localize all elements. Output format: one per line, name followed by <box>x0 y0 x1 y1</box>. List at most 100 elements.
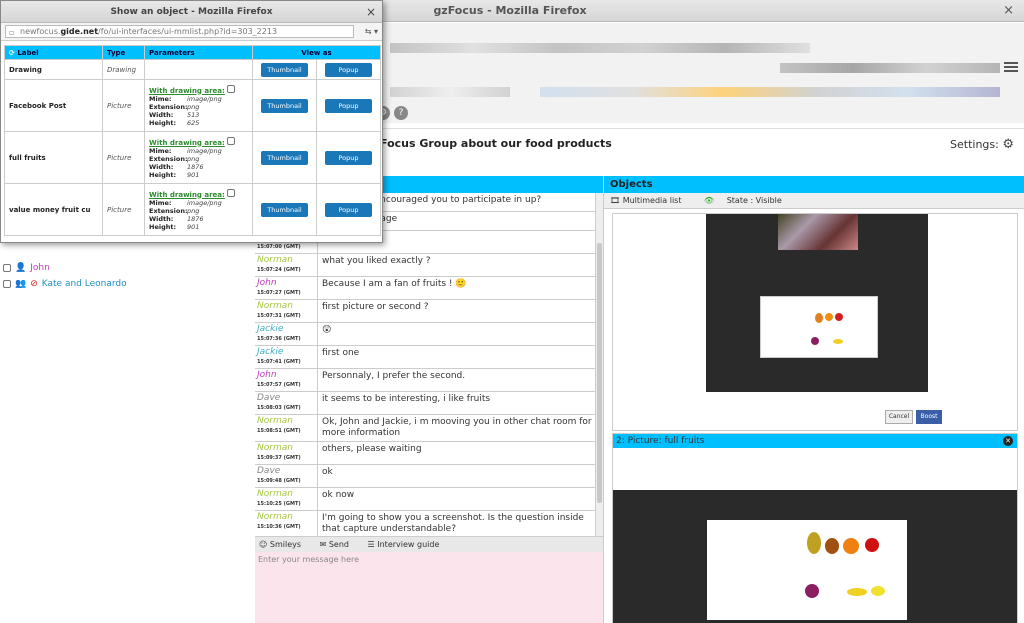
objects-panel: Objects 🎞 Multimedia list 👁 State : Visi… <box>603 176 1024 623</box>
user-name: Kate and Leonardo <box>41 279 127 289</box>
message-text: first picture or second ? <box>322 302 429 312</box>
thumbnail-button[interactable]: Thumbnail <box>261 62 308 77</box>
help-icon[interactable]: ? <box>394 106 408 120</box>
fruit-shelf-frame <box>760 296 878 358</box>
message-input[interactable]: Enter your message here <box>255 552 603 623</box>
param-value: 1876 <box>187 214 204 223</box>
thumbnail-button[interactable]: Thumbnail <box>261 202 308 217</box>
chat-message-row: Norman 15:08:51 (GMT) Ok, John and Jackie,… <box>255 415 603 442</box>
message-text: I'm going to show you a screenshot. Is t… <box>322 513 584 534</box>
message-time: 15:09:37 (GMT) <box>257 455 301 461</box>
user-checkbox[interactable] <box>3 280 11 288</box>
label-header[interactable]: ⟳ Label <box>4 45 103 60</box>
message-text: Personnaly, I prefer the second. <box>322 371 466 381</box>
interview-guide-button[interactable]: ☰ Interview guide <box>368 540 448 549</box>
close-icon[interactable]: × <box>1003 0 1014 22</box>
param-value: 513 <box>187 110 200 119</box>
send-button[interactable]: ✉ Send <box>320 540 357 549</box>
author-name: Norman <box>257 255 293 265</box>
message-text: 😲 <box>322 325 332 335</box>
message-time: 15:08:03 (GMT) <box>257 405 301 411</box>
type-header: Type <box>102 45 145 60</box>
thumbnail-button[interactable]: Thumbnail <box>261 98 308 113</box>
object-card-full-fruits: 2: Picture: full fruits ✕ <box>612 433 1018 623</box>
popup-button[interactable]: Popup <box>325 150 372 165</box>
refresh-icon[interactable]: ⟳ <box>9 49 15 57</box>
object-row: Facebook Post Picture With drawing area: M… <box>4 79 381 132</box>
object-label: value money fruit cu <box>4 183 103 236</box>
drawing-area-checkbox[interactable] <box>227 84 236 93</box>
chat-author: Norman 15:08:51 (GMT) <box>255 415 318 441</box>
popup-button[interactable]: Popup <box>325 62 372 77</box>
param-value: image/png <box>187 94 222 103</box>
drawing-area-checkbox[interactable] <box>227 188 236 197</box>
chat-toolbar: ☺ Smileys ✉ Send ☰ Interview guide <box>255 536 603 552</box>
chat-message-row: John 15:07:27 (GMT) Because I am a fan of … <box>255 277 603 300</box>
user-checkbox[interactable] <box>3 264 11 272</box>
thumbnail-button[interactable]: Thumbnail <box>261 150 308 165</box>
object-params: With drawing area: Mime: image/png Extensi… <box>144 79 253 132</box>
gears-icon[interactable]: ⚙ <box>1002 137 1014 152</box>
users-panel: 👤 John 👥 ⊘ Kate and Leonardo <box>0 176 255 623</box>
chat-message-row: Norman 15:10:36 (GMT) I'm going to show yo… <box>255 511 603 538</box>
cancel-button[interactable]: Cancel <box>885 410 913 424</box>
message-text: ok now <box>322 490 355 500</box>
objects-table: ⟳ Label Type Parameters View as Drawing D… <box>4 45 381 236</box>
stop-icon[interactable]: ⊘ <box>30 276 38 292</box>
url-domain: gide.net <box>60 27 99 36</box>
popup-button[interactable]: Popup <box>325 202 372 217</box>
chat-panel: ebook post encouraged you to participate… <box>255 176 603 623</box>
state-toggle[interactable]: 👁 State : Visible <box>704 196 792 205</box>
object-row: value money fruit cu Picture With drawing … <box>4 183 381 236</box>
send-label: Send <box>328 540 349 549</box>
smileys-button[interactable]: ☺ Smileys <box>259 540 309 549</box>
author-name: Dave <box>257 393 281 403</box>
popup-close-icon[interactable]: × <box>366 1 376 23</box>
objects-scroll[interactable]: Cancel Boost 2: Picture: full fruits ✕ <box>604 209 1024 623</box>
close-card-icon[interactable]: ✕ <box>1003 436 1013 446</box>
show-object-popup: Show an object - Mozilla Firefox × ▫ newf… <box>0 0 383 243</box>
chat-scrollbar[interactable] <box>595 193 603 543</box>
url-bar-icons[interactable]: ⇆ ▾ <box>354 27 378 36</box>
url-prefix: newfocus. <box>20 27 61 36</box>
facebook-post-image <box>706 214 928 392</box>
object-type: Picture <box>102 131 145 184</box>
message-time: 15:07:27 (GMT) <box>257 290 301 296</box>
multimedia-list-button[interactable]: 🎞 Multimedia list <box>610 196 691 205</box>
drawing-area-checkbox[interactable] <box>227 136 236 145</box>
fruit-photo <box>778 214 858 250</box>
menu-icon[interactable] <box>1004 62 1018 72</box>
objects-subbar: 🎞 Multimedia list 👁 State : Visible <box>604 193 1024 209</box>
author-name: Jackie <box>257 347 284 357</box>
message-time: 15:08:51 (GMT) <box>257 428 301 434</box>
param-key: Width: <box>149 110 174 119</box>
view-as-header: View as <box>252 45 381 60</box>
user-row-john[interactable]: 👤 John <box>3 260 50 276</box>
object-label: Drawing <box>4 59 103 80</box>
boost-button[interactable]: Boost <box>916 410 942 424</box>
object-card-facebook-post: Cancel Boost <box>612 213 1018 431</box>
object-params <box>144 59 253 80</box>
object-type: Picture <box>102 79 145 132</box>
settings-control[interactable]: Settings: ⚙ <box>950 137 1014 152</box>
with-drawing-area-label: With drawing area: <box>149 190 225 199</box>
user-row-kate-leonardo[interactable]: 👥 ⊘ Kate and Leonardo <box>3 276 127 292</box>
chat-author: Jackie 15:07:41 (GMT) <box>255 346 318 368</box>
object-row: Drawing Drawing Thumbnail Popup <box>4 59 381 80</box>
param-value: png <box>187 154 200 163</box>
chat-message-row: Jackie 15:07:36 (GMT) 😲 <box>255 323 603 346</box>
param-key: Height: <box>149 222 177 231</box>
chat-author: John 15:07:27 (GMT) <box>255 277 318 299</box>
popup-button[interactable]: Popup <box>325 98 372 113</box>
param-value: 901 <box>187 170 200 179</box>
author-name: John <box>257 278 277 288</box>
param-key: Mime: <box>149 146 172 155</box>
param-value: image/png <box>187 198 222 207</box>
chat-author: Norman 15:09:37 (GMT) <box>255 442 318 464</box>
chat-messages[interactable]: ebook post encouraged you to participate… <box>255 193 603 543</box>
scroll-thumb[interactable] <box>597 243 602 503</box>
author-name: Dave <box>257 466 281 476</box>
param-key: Height: <box>149 118 177 127</box>
author-name: Norman <box>257 443 293 453</box>
popup-url[interactable]: ▫ newfocus.gide.net/fo/ui-interfaces/ui-m… <box>5 25 354 38</box>
